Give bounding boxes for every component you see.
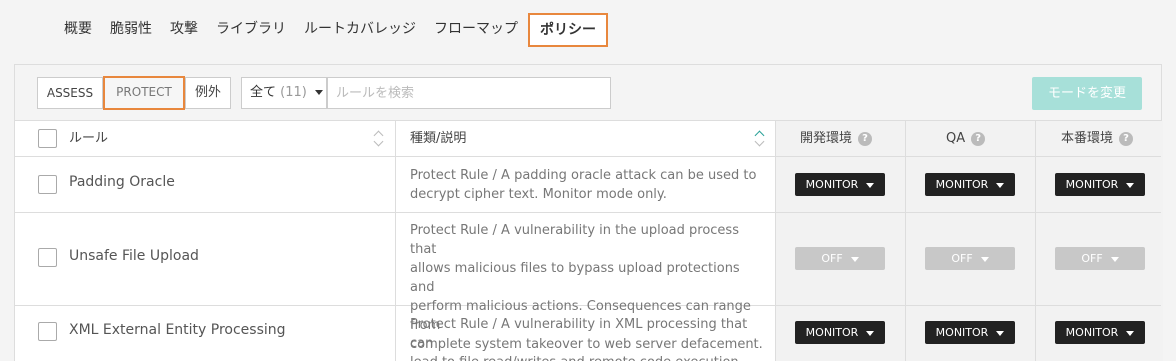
filter-count: (11) (280, 85, 307, 100)
row-checkbox[interactable] (38, 175, 57, 194)
header-qa: QA? (946, 121, 986, 157)
caret-down-icon (314, 90, 323, 95)
protect-toggle[interactable]: PROTECT (103, 76, 185, 110)
search-input[interactable] (327, 77, 611, 109)
table-row: Unsafe File Upload Protect Rule / A vuln… (15, 213, 1161, 352)
mode-label: OFF (821, 252, 843, 265)
help-icon[interactable]: ? (1119, 131, 1134, 146)
tab-vulnerabilities[interactable]: 脆弱性 (102, 14, 160, 44)
caret-down-icon (1110, 256, 1119, 262)
mode-label: MONITOR (1065, 178, 1119, 191)
rule-description: Protect Rule / A padding oracle attack c… (410, 166, 764, 204)
caret-down-icon (996, 330, 1005, 336)
header-dev: 開発環境? (800, 121, 873, 157)
qa-mode-dropdown[interactable]: OFF (925, 247, 1015, 270)
sort-rule-icon[interactable] (373, 127, 386, 151)
mode-label: MONITOR (935, 178, 989, 191)
table-header: ルール 種類/説明 開発環境? QA? 本番環境? (15, 121, 1161, 157)
table-row: Padding Oracle Protect Rule / A padding … (15, 157, 1161, 213)
prod-mode-dropdown[interactable]: OFF (1055, 247, 1145, 270)
assess-toggle[interactable]: ASSESS (37, 77, 103, 109)
qa-mode-dropdown[interactable]: MONITOR (925, 173, 1015, 196)
header-prod-label: 本番環境 (1061, 131, 1114, 146)
rule-name: XML External Entity Processing (69, 322, 286, 338)
policy-panel: ASSESS PROTECT 例外 全て (11) モードを変更 ルール 種類/… (14, 64, 1163, 361)
row-checkbox[interactable] (38, 248, 57, 267)
header-dev-label: 開発環境 (800, 131, 853, 146)
caret-down-icon (980, 256, 989, 262)
dev-mode-dropdown[interactable]: MONITOR (795, 173, 885, 196)
dev-mode-dropdown[interactable]: OFF (795, 247, 885, 270)
mode-label: MONITOR (1065, 326, 1119, 339)
header-rule[interactable]: ルール (69, 121, 108, 157)
rule-name: Padding Oracle (69, 174, 175, 190)
change-mode-button[interactable]: モードを変更 (1032, 77, 1142, 110)
caret-down-icon (866, 182, 875, 188)
mode-label: MONITOR (935, 326, 989, 339)
tab-flow-map[interactable]: フローマップ (426, 14, 526, 44)
description-line: Protect Rule / A vulnerability in the up… (410, 223, 739, 257)
dev-mode-dropdown[interactable]: MONITOR (795, 321, 885, 344)
sort-type-icon[interactable] (754, 127, 767, 151)
description-line: Protect Rule / A padding oracle attack c… (410, 168, 757, 183)
caret-down-icon (866, 330, 875, 336)
tab-libraries[interactable]: ライブラリ (208, 14, 294, 44)
caret-down-icon (1126, 182, 1135, 188)
filter-label: 全て (250, 85, 277, 100)
rule-name: Unsafe File Upload (69, 248, 199, 264)
description-line: decrypt cipher text. Monitor mode only. (410, 187, 667, 202)
description-line: allows malicious files to bypass upload … (410, 261, 740, 295)
tab-attacks[interactable]: 攻撃 (162, 14, 206, 44)
header-prod: 本番環境? (1061, 121, 1134, 157)
description-line: Protect Rule / A vulnerability in XML pr… (410, 317, 748, 351)
toolbar: ASSESS PROTECT 例外 全て (11) モードを変更 (15, 65, 1161, 121)
filter-dropdown[interactable]: 全て (11) (241, 77, 327, 109)
tab-policy[interactable]: ポリシー (528, 13, 608, 47)
rule-description: Protect Rule / A vulnerability in XML pr… (410, 315, 764, 361)
row-checkbox[interactable] (38, 322, 57, 341)
top-tabs: 概要 脆弱性 攻撃 ライブラリ ルートカバレッジ フローマップ ポリシー (0, 0, 1176, 62)
qa-mode-dropdown[interactable]: MONITOR (925, 321, 1015, 344)
caret-down-icon (1126, 330, 1135, 336)
exceptions-toggle[interactable]: 例外 (185, 77, 231, 109)
description-line: lead to file read/writes and remote code… (410, 353, 764, 361)
mode-label: MONITOR (805, 326, 859, 339)
chevron-down-icon (373, 136, 384, 147)
tab-route-coverage[interactable]: ルートカバレッジ (296, 14, 424, 44)
header-qa-label: QA (946, 131, 966, 146)
mode-label: OFF (1081, 252, 1103, 265)
prod-mode-dropdown[interactable]: MONITOR (1055, 173, 1145, 196)
tab-overview[interactable]: 概要 (56, 14, 100, 44)
mode-label: OFF (951, 252, 973, 265)
help-icon[interactable]: ? (858, 131, 873, 146)
header-type-desc[interactable]: 種類/説明 (410, 121, 466, 157)
help-icon[interactable]: ? (971, 131, 986, 146)
prod-mode-dropdown[interactable]: MONITOR (1055, 321, 1145, 344)
chevron-down-icon (754, 136, 765, 147)
mode-label: MONITOR (805, 178, 859, 191)
select-all-checkbox[interactable] (38, 129, 57, 148)
table-row: XML External Entity Processing Protect R… (15, 306, 1161, 361)
caret-down-icon (850, 256, 859, 262)
caret-down-icon (996, 182, 1005, 188)
